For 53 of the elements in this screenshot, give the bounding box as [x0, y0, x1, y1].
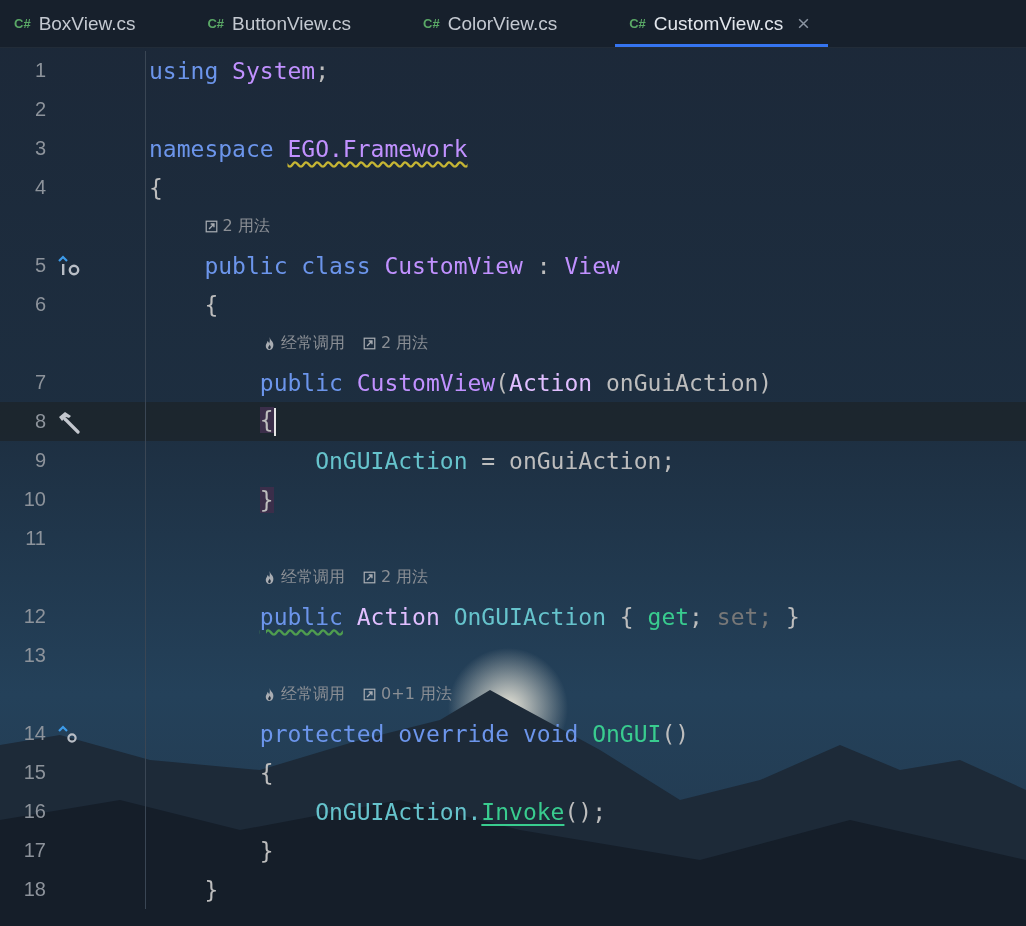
code-line: public Action OnGUIAction { get; set; } — [258, 603, 800, 630]
line-number: 2 — [34, 98, 46, 120]
code-line: { — [149, 174, 163, 201]
code-vision-hint[interactable]: 2 用法 — [363, 333, 429, 354]
line-number: 17 — [23, 839, 46, 861]
csharp-file-icon: C# — [14, 16, 31, 31]
line-number: 10 — [23, 488, 46, 510]
csharp-file-icon: C# — [423, 16, 440, 31]
code-line: { — [203, 291, 219, 318]
editor-tab[interactable]: C# ButtonView.cs — [193, 0, 370, 47]
line-number: 6 — [34, 293, 46, 315]
code-vision-hint[interactable]: 经常调用 — [263, 333, 346, 354]
close-icon[interactable] — [797, 17, 811, 30]
editor-tab[interactable]: C# BoxView.cs — [0, 0, 154, 47]
code-vision-hint[interactable]: 经常调用 — [263, 567, 346, 588]
code-line: } — [258, 837, 274, 864]
line-number: 9 — [34, 449, 46, 471]
code-vision-hint[interactable]: 0+1 用法 — [363, 684, 452, 705]
code-line: using System; — [149, 57, 330, 84]
code-line: namespace EGO.Framework — [149, 135, 468, 162]
line-number: 4 — [34, 176, 46, 198]
code-vision-hint[interactable]: 经常调用 — [263, 684, 346, 705]
line-number: 3 — [34, 137, 46, 159]
line-number: 18 — [23, 878, 46, 900]
implemented-arrow-icon[interactable] — [56, 253, 82, 278]
line-number: 16 — [23, 800, 46, 822]
line-number: 8 — [34, 410, 46, 432]
editor-tab[interactable]: C# ColorView.cs — [409, 0, 576, 47]
csharp-file-icon: C# — [629, 16, 646, 31]
line-number: 7 — [34, 371, 46, 393]
external-link-icon — [363, 336, 377, 351]
code-vision-hint[interactable]: 2 用法 — [363, 567, 429, 588]
line-number: 15 — [23, 761, 46, 783]
line-number: 5 — [34, 254, 46, 276]
hammer-icon[interactable] — [56, 409, 82, 434]
editor-tab[interactable]: C# CustomView.cs — [615, 0, 829, 47]
code-line: OnGUIAction = onGuiAction; — [314, 447, 676, 474]
code-line: { — [258, 759, 274, 786]
line-number: 13 — [23, 644, 46, 666]
external-link-icon — [204, 219, 218, 234]
line-number: 1 — [34, 59, 46, 81]
external-link-icon — [363, 687, 377, 702]
code-line: public CustomView(Action onGuiAction) — [258, 369, 773, 396]
code-line: public class CustomView : View — [203, 252, 620, 279]
code-line: OnGUIAction.Invoke(); — [314, 798, 606, 825]
code-line: protected override void OnGUI() — [258, 720, 690, 747]
external-link-icon — [363, 570, 377, 585]
code-vision-hint[interactable]: 2 用法 — [204, 216, 270, 237]
line-number: 12 — [23, 605, 46, 627]
line-number: 11 — [25, 527, 46, 549]
line-number: 14 — [23, 722, 46, 744]
csharp-file-icon: C# — [207, 16, 225, 31]
code-line: } — [203, 876, 219, 903]
